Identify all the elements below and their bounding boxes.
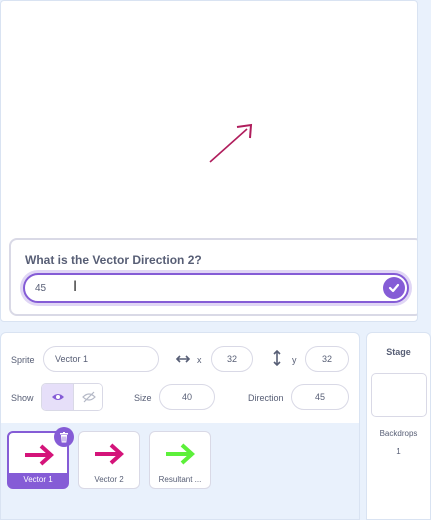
eye-slash-icon [82,391,96,403]
horizontal-arrows-icon [175,355,191,363]
trash-icon [60,431,68,442]
direction-label: Direction [248,393,284,403]
size-label: Size [134,393,152,403]
show-sprite-button[interactable] [42,384,73,410]
sprite-tile-name: Vector 2 [94,475,124,484]
answer-input[interactable] [35,280,335,296]
show-label: Show [11,393,34,403]
arrow-icon [166,443,195,465]
ask-question-text: What is the Vector Direction 2? [25,253,202,267]
vector-arrow-sprite[interactable] [207,119,257,165]
sprite-info-pane: Sprite Vector 1 x 32 y 32 Show Size 40 D… [0,332,360,520]
vertical-arrows-icon [273,349,281,367]
text-cursor-icon: I [73,279,78,295]
delete-sprite-button[interactable] [54,427,74,447]
ask-prompt-box: What is the Vector Direction 2? I [9,238,417,316]
backdrops-count: 1 [396,447,401,456]
answer-field[interactable]: I [23,273,409,303]
visibility-toggle [41,383,103,411]
stage-selector-pane[interactable]: Stage Backdrops 1 [366,332,431,520]
stage-title: Stage [386,347,411,357]
sprite-label: Sprite [11,355,35,365]
sprite-tile-name: Vector 1 [9,473,67,487]
x-label: x [197,355,202,365]
arrow-icon [95,443,124,465]
sprite-tile-resultant[interactable]: Resultant ... [149,431,211,489]
stage-canvas[interactable]: What is the Vector Direction 2? I [0,0,418,322]
y-label: y [292,355,297,365]
x-position-input[interactable]: 32 [211,346,253,372]
hide-sprite-button[interactable] [73,384,102,410]
sprite-name-field[interactable]: Vector 1 [43,346,159,372]
backdrops-label: Backdrops [379,429,418,438]
size-input[interactable]: 40 [159,384,215,410]
stage-thumbnail[interactable] [371,373,427,417]
eye-icon [51,394,64,400]
submit-answer-button[interactable] [383,277,405,299]
arrow-icon [25,444,54,466]
y-position-input[interactable]: 32 [305,346,349,372]
check-icon [388,283,400,293]
sprite-tile-name: Resultant ... [158,475,202,484]
sprite-tile-vector-2[interactable]: Vector 2 [78,431,140,489]
direction-input[interactable]: 45 [291,384,349,410]
